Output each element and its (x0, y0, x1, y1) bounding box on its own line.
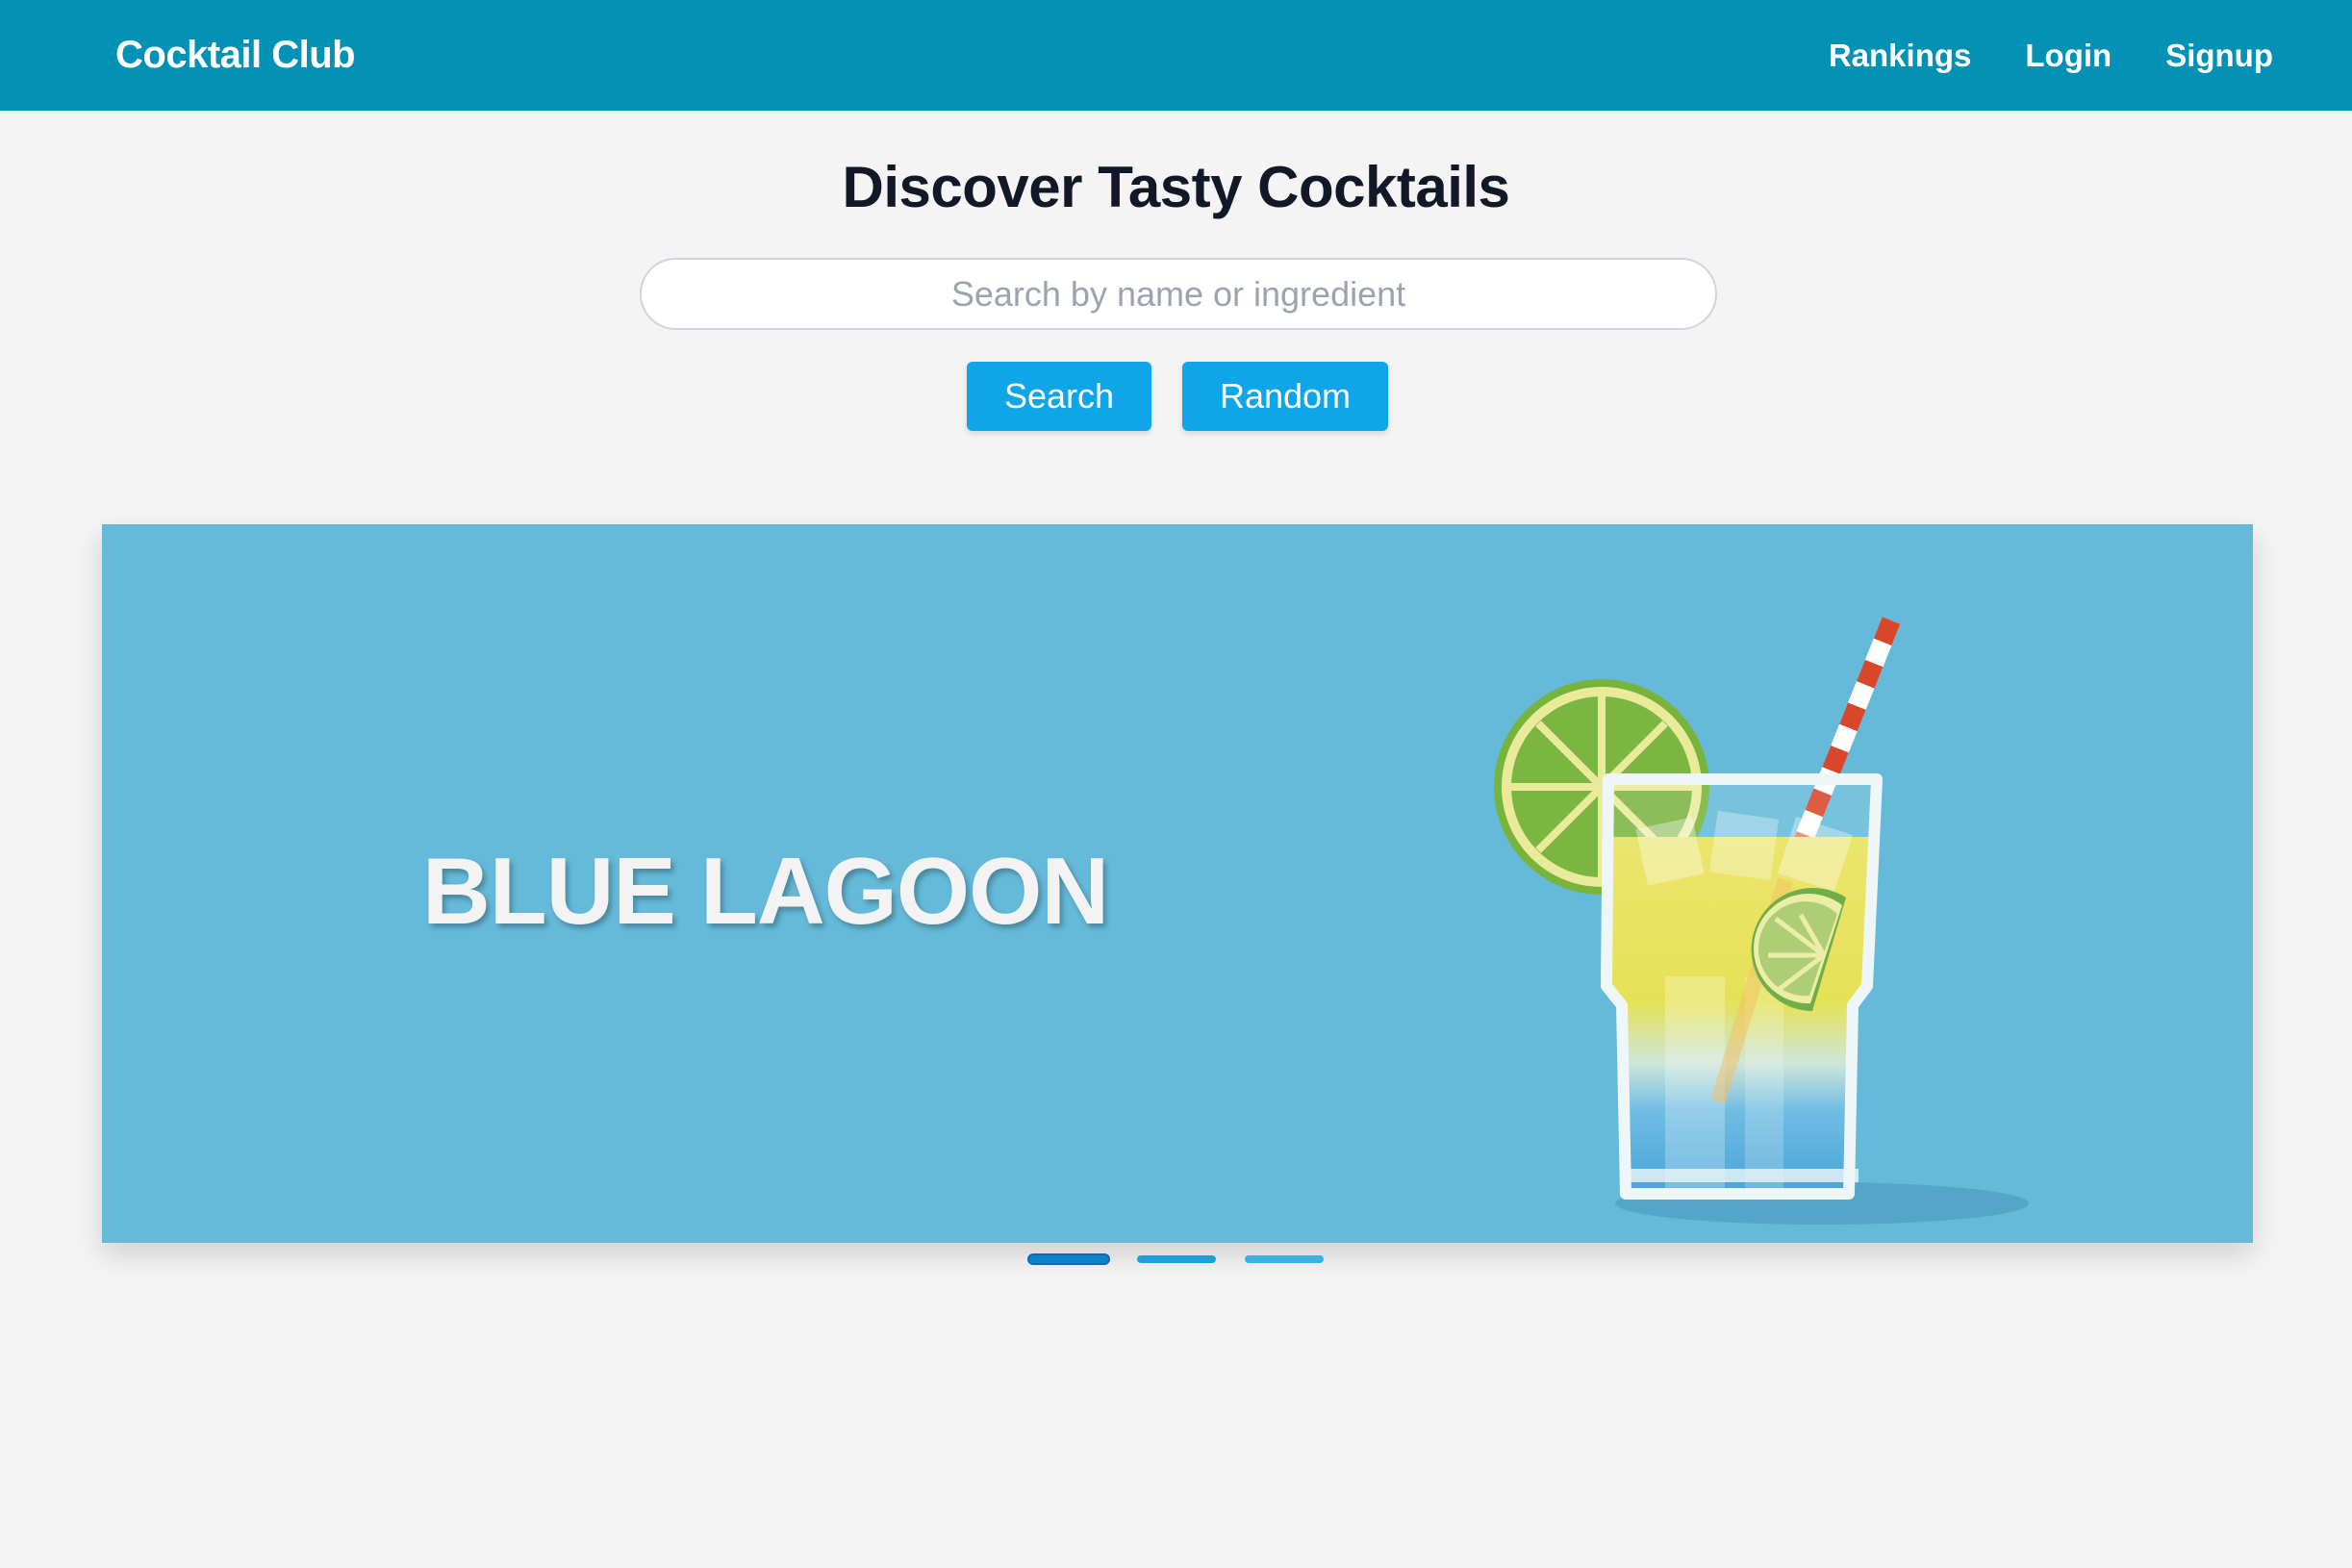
nav-links: Rankings Login Signup (1829, 38, 2273, 74)
featured-carousel[interactable]: BLUE LAGOON (102, 524, 2253, 1243)
slide-title: BLUE LAGOON (422, 838, 1109, 944)
carousel-indicator-1[interactable] (1028, 1255, 1108, 1263)
search-button[interactable]: Search (967, 362, 1151, 431)
search-input[interactable] (640, 258, 1717, 330)
carousel-indicator-3[interactable] (1244, 1255, 1324, 1263)
nav-link-signup[interactable]: Signup (2165, 38, 2273, 74)
top-navbar: Cocktail Club Rankings Login Signup (0, 0, 2352, 111)
nav-link-rankings[interactable]: Rankings (1829, 38, 1972, 74)
carousel-indicators (0, 1255, 2352, 1263)
carousel-indicator-2[interactable] (1136, 1255, 1216, 1263)
brand-logo-link[interactable]: Cocktail Club (115, 34, 356, 77)
random-button[interactable]: Random (1182, 362, 1388, 431)
page-headline: Discover Tasty Cocktails (842, 155, 1510, 219)
cocktail-glass-icon (1494, 617, 2029, 1225)
nav-link-login[interactable]: Login (2025, 38, 2112, 74)
